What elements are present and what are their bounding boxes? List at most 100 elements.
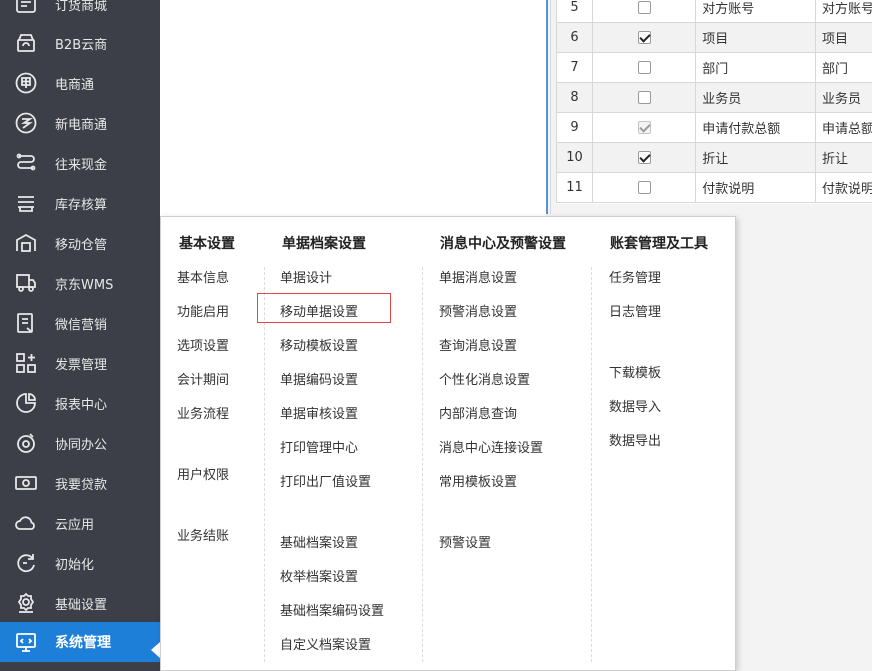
row-checkbox[interactable] [637, 31, 651, 44]
app-root: 订货商城 B2B云商 电商通 新电商通 往来现金 库存核算 移动仓管 京东WMS… [0, 0, 872, 671]
checkbox-cell [591, 172, 697, 203]
row-checkbox[interactable] [637, 181, 651, 194]
field-table: 5 对方账号 对方账号 6 项目 项目 7 部门 部门 8 业务员 业务员 9 申请付款总额 申请总额 10 折… [556, 0, 872, 203]
ecommerce-icon [13, 70, 39, 96]
menu-item-custom-archive-settings[interactable]: 自定义档案设置 [280, 634, 371, 653]
menu-item-document-message-settings[interactable]: 单据消息设置 [439, 267, 517, 286]
display-name-cell[interactable]: 折让 [815, 142, 872, 173]
menu-item-mobile-template-settings[interactable]: 移动模板设置 [280, 335, 358, 354]
row-checkbox[interactable] [637, 91, 651, 104]
sidebar-item-ecommerce[interactable]: 电商通 [0, 63, 160, 103]
display-name-cell[interactable]: 对方账号 [815, 0, 872, 23]
row-number-cell: 6 [556, 22, 593, 53]
sidebar-item-basic-settings[interactable]: 基础设置 [0, 583, 160, 623]
menu-item-personal-message-settings[interactable]: 个性化消息设置 [439, 369, 530, 388]
active-item-pointer [151, 642, 160, 658]
transfer-icon [13, 150, 39, 176]
sidebar-item-label: B2B云商 [55, 37, 108, 53]
sidebar-item-wechat[interactable]: 微信营销 [0, 303, 160, 343]
sidebar-item-mobile-warehouse[interactable]: 移动仓管 [0, 223, 160, 263]
sidebar-item-collaboration[interactable]: 协同办公 [0, 423, 160, 463]
field-name-cell[interactable]: 对方账号 [695, 0, 817, 23]
menu-item-feature-enable[interactable]: 功能启用 [177, 301, 229, 320]
field-name-cell[interactable]: 申请付款总额 [695, 112, 817, 143]
loan-icon [13, 470, 39, 496]
display-name-cell[interactable]: 部门 [815, 52, 872, 83]
menu-item-user-permissions[interactable]: 用户权限 [177, 464, 229, 483]
field-settings-grid: 5 对方账号 对方账号 6 项目 项目 7 部门 部门 8 业务员 业务员 9 申请付款总额 申请总额 10 折… [556, 0, 872, 204]
menu-item-business-flow[interactable]: 业务流程 [177, 403, 229, 422]
sidebar-item-jd-wms[interactable]: 京东WMS [0, 263, 160, 303]
grid-empty-area [736, 470, 872, 671]
field-name-cell[interactable]: 项目 [695, 22, 817, 53]
sidebar-item-label: 电商通 [55, 77, 95, 93]
sidebar-item-initialize[interactable]: 初始化 [0, 543, 160, 583]
main-content-area [160, 0, 546, 220]
sidebar: 订货商城 B2B云商 电商通 新电商通 往来现金 库存核算 移动仓管 京东WMS… [0, 0, 160, 671]
table-row: 10 折让 折让 [556, 142, 872, 173]
sidebar-item-system-management[interactable]: 系统管理 [0, 622, 160, 662]
sidebar-item-label: 订货商城 [55, 0, 108, 14]
sidebar-item-inventory[interactable]: 库存核算 [0, 183, 160, 223]
menu-item-query-message-settings[interactable]: 查询消息设置 [439, 335, 517, 354]
menu-item-data-import[interactable]: 数据导入 [609, 396, 661, 415]
menu-item-document-design[interactable]: 单据设计 [280, 267, 332, 286]
table-row: 6 项目 项目 [556, 22, 872, 53]
menu-item-common-template-settings[interactable]: 常用模板设置 [439, 471, 517, 490]
row-checkbox[interactable] [637, 151, 651, 164]
menu-item-basic-info[interactable]: 基本信息 [177, 267, 229, 286]
menu-item-option-settings[interactable]: 选项设置 [177, 335, 229, 354]
menu-item-enum-archive-settings[interactable]: 枚举档案设置 [280, 566, 358, 585]
menu-item-archive-code-settings[interactable]: 基础档案编码设置 [280, 600, 384, 619]
sidebar-item-cloud-app[interactable]: 云应用 [0, 503, 160, 543]
menu-item-log-management[interactable]: 日志管理 [609, 301, 661, 320]
sidebar-item-b2b-cloud[interactable]: B2B云商 [0, 23, 160, 63]
system-management-menu: 基本设置 单据档案设置 消息中心及预警设置 账套管理及工具 基本信息 功能启用 … [160, 216, 736, 671]
checkbox-cell [591, 22, 697, 53]
menu-item-task-management[interactable]: 任务管理 [609, 267, 661, 286]
menu-item-alert-message-settings[interactable]: 预警消息设置 [439, 301, 517, 320]
menu-item-accounting-period[interactable]: 会计期间 [177, 369, 229, 388]
menu-item-document-code-settings[interactable]: 单据编码设置 [280, 369, 358, 388]
field-name-cell[interactable]: 部门 [695, 52, 817, 83]
sidebar-item-cash[interactable]: 往来现金 [0, 143, 160, 183]
sidebar-item-order-mall[interactable]: 订货商城 [0, 0, 160, 24]
menu-item-document-audit-settings[interactable]: 单据审核设置 [280, 403, 358, 422]
row-checkbox[interactable] [637, 1, 651, 14]
menu-item-mobile-document-settings[interactable]: 移动单据设置 [280, 301, 358, 320]
menu-item-internal-message-query[interactable]: 内部消息查询 [439, 403, 517, 422]
sidebar-item-reports[interactable]: 报表中心 [0, 383, 160, 423]
sidebar-item-label: 初始化 [55, 557, 95, 573]
row-checkbox[interactable] [637, 61, 651, 74]
display-name-cell[interactable]: 付款说明 [815, 172, 872, 203]
menu-item-download-template[interactable]: 下载模板 [609, 362, 661, 381]
menu-item-print-default-settings[interactable]: 打印出厂值设置 [280, 471, 371, 490]
system-monitor-icon [13, 629, 39, 655]
menu-item-data-export[interactable]: 数据导出 [609, 430, 661, 449]
field-name-cell[interactable]: 业务员 [695, 82, 817, 113]
menu-item-alert-settings[interactable]: 预警设置 [439, 532, 491, 551]
display-name-cell[interactable]: 业务员 [815, 82, 872, 113]
row-checkbox [637, 121, 651, 134]
field-name-cell[interactable]: 付款说明 [695, 172, 817, 203]
display-name-cell[interactable]: 项目 [815, 22, 872, 53]
menu-item-message-center-connection[interactable]: 消息中心连接设置 [439, 437, 543, 456]
menu-item-business-closing[interactable]: 业务结账 [177, 525, 229, 544]
menu-item-basic-archive-settings[interactable]: 基础档案设置 [280, 532, 358, 551]
sidebar-item-label: 基础设置 [55, 597, 108, 613]
sidebar-item-label: 新电商通 [55, 117, 108, 133]
menu-separator [264, 267, 265, 662]
sidebar-item-loan[interactable]: 我要贷款 [0, 463, 160, 503]
field-name-cell[interactable]: 折让 [695, 142, 817, 173]
sidebar-item-invoice[interactable]: 发票管理 [0, 343, 160, 383]
sidebar-item-label: 云应用 [55, 517, 95, 533]
sidebar-item-new-ecommerce[interactable]: 新电商通 [0, 103, 160, 143]
row-number-cell: 9 [556, 112, 593, 143]
menu-item-print-center[interactable]: 打印管理中心 [280, 437, 358, 456]
collaboration-icon [13, 430, 39, 456]
sidebar-item-label: 微信营销 [55, 317, 108, 333]
display-name-cell[interactable]: 申请总额 [815, 112, 872, 143]
sidebar-item-label: 移动仓管 [55, 237, 108, 253]
checkbox-cell [591, 52, 697, 83]
checkbox-cell [591, 112, 697, 143]
